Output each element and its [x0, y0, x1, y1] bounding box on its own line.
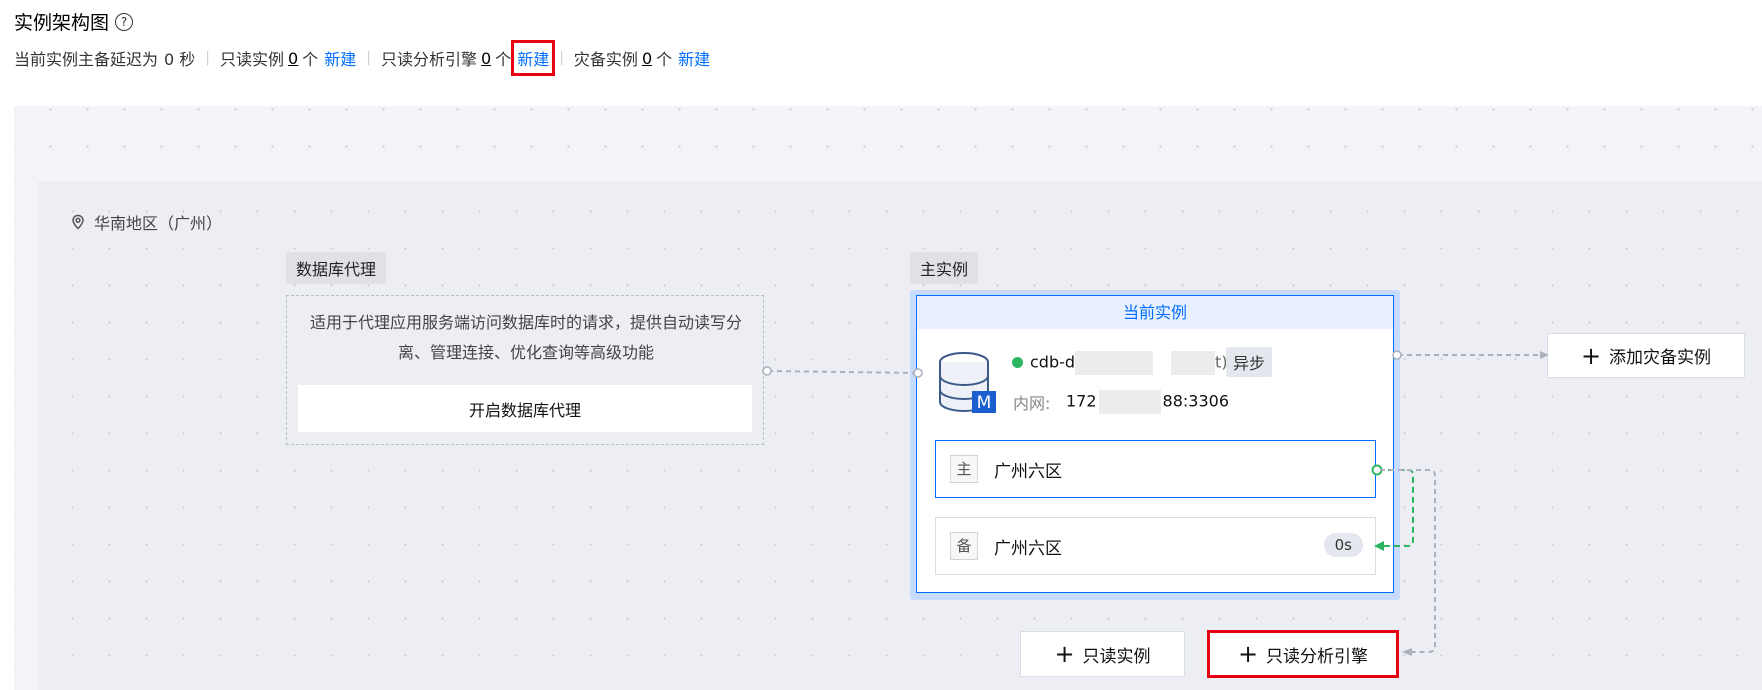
create-disaster-link[interactable]: 新建: [678, 46, 710, 70]
instance-id[interactable]: cdb-d t): [1030, 351, 1228, 375]
primary-role-badge: 主: [950, 455, 978, 483]
sync-mode-badge: 异步: [1226, 347, 1273, 377]
delay-label: 当前实例主备延迟为: [14, 50, 159, 69]
database-icon: M: [939, 352, 996, 413]
plus-icon: +: [1054, 640, 1075, 668]
disaster-label: 灾备实例: [573, 50, 638, 69]
current-instance-header: 当前实例: [917, 296, 1393, 329]
readonly-label: 只读实例: [220, 50, 285, 69]
add-analytics-label: 只读分析引擎: [1266, 646, 1369, 667]
instance-summary: 当前实例主备延迟为 0 秒 | 只读实例 0 个 新建 | 只读分析引擎 0 个…: [14, 40, 710, 76]
masked-text: [1171, 351, 1216, 375]
add-disaster-label: 添加灾备实例: [1609, 348, 1712, 368]
analytics-label: 只读分析引擎: [380, 50, 477, 69]
page-title: 实例架构图 ?: [14, 8, 134, 35]
network-address[interactable]: 172 88:3306: [1066, 390, 1229, 414]
masked-text: [1098, 390, 1161, 414]
instance-id-prefix: cdb-d: [1030, 352, 1076, 372]
divider: |: [366, 50, 371, 66]
location-pin-icon: [72, 214, 84, 230]
readonly-count[interactable]: 0: [288, 49, 298, 68]
disaster-count[interactable]: 0: [642, 49, 652, 68]
question-circle-icon[interactable]: ?: [115, 12, 134, 31]
create-readonly-link[interactable]: 新建: [324, 46, 356, 70]
plus-icon: +: [1237, 640, 1259, 668]
add-disaster-instance-button[interactable]: + 添加灾备实例: [1547, 333, 1745, 378]
enable-proxy-button[interactable]: 开启数据库代理: [298, 385, 752, 432]
primary-zone-name: 广州六区: [994, 461, 1062, 482]
backup-zone-name: 广州六区: [994, 538, 1062, 559]
network-label: 内网:: [1013, 394, 1051, 413]
backup-role-badge: 备: [950, 532, 978, 560]
disaster-unit: 个: [656, 50, 673, 69]
readonly-unit: 个: [302, 50, 319, 69]
delay-value: 0 秒: [164, 50, 196, 69]
page-title-text: 实例架构图: [14, 12, 110, 34]
region-name: 华南地区（广州）: [94, 214, 223, 233]
add-analytics-engine-button[interactable]: + 只读分析引擎: [1207, 630, 1399, 678]
divider: |: [559, 50, 564, 66]
plus-icon: +: [1580, 341, 1602, 370]
master-badge-text: M: [977, 393, 992, 413]
backup-zone-row[interactable]: 备 广州六区 0s: [935, 517, 1376, 575]
add-readonly-instance-button[interactable]: + 只读实例: [1020, 631, 1185, 677]
analytics-count[interactable]: 0: [481, 49, 491, 68]
create-analytics-link[interactable]: 新建: [511, 40, 556, 76]
status-dot: [1012, 357, 1023, 368]
divider: |: [205, 50, 211, 66]
analytics-unit: 个: [495, 50, 512, 69]
network-address-suffix: 88:3306: [1162, 391, 1230, 411]
region-label: 华南地区（广州）: [70, 210, 222, 234]
replication-lag-badge: 0s: [1323, 533, 1363, 557]
network-address-prefix: 172: [1066, 391, 1097, 411]
masked-text: [1075, 351, 1154, 375]
add-readonly-label: 只读实例: [1082, 646, 1151, 667]
proxy-tag: 数据库代理: [286, 252, 387, 284]
master-tag: 主实例: [910, 252, 979, 284]
proxy-description: 适用于代理应用服务端访问数据库时的请求，提供自动读写分离、管理连接、优化查询等高…: [309, 313, 742, 362]
primary-zone-row[interactable]: 主 广州六区: [935, 440, 1376, 498]
